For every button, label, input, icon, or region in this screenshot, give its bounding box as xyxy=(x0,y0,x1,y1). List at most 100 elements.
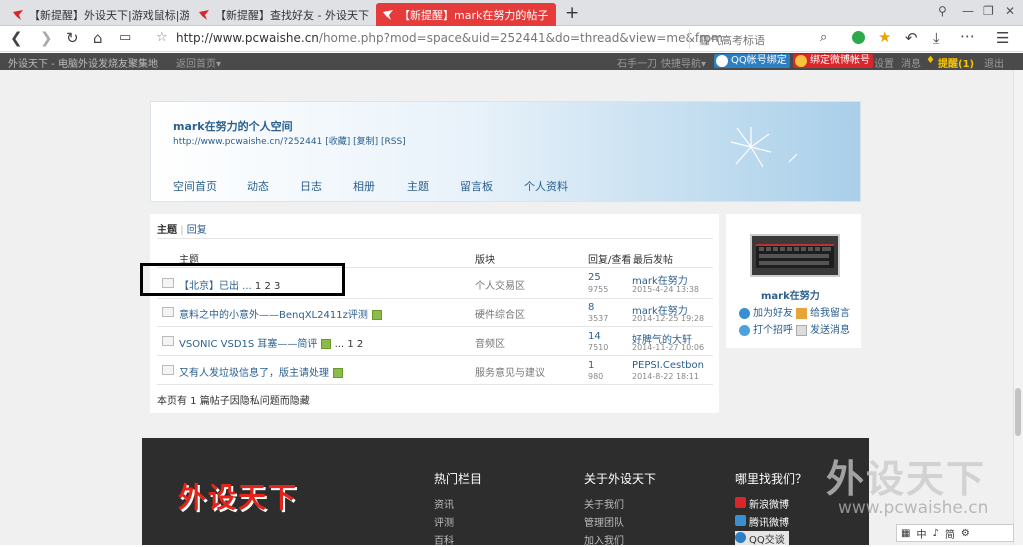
footer-link-sina-weibo[interactable]: 新浪微博 xyxy=(735,496,789,511)
browser-tab-label: 【新提醒】mark在努力的帖子 xyxy=(399,8,549,22)
tab-threads[interactable]: 主题 xyxy=(157,225,177,236)
send-message-label: 发送消息 xyxy=(810,325,850,336)
space-nav-profile[interactable]: 个人资料 xyxy=(524,178,568,194)
space-nav-album[interactable]: 相册 xyxy=(353,178,375,194)
thread-pages[interactable]: ... 1 2 xyxy=(335,339,364,350)
greet-icon xyxy=(739,324,750,336)
thread-forum[interactable]: 音频区 xyxy=(475,335,505,350)
send-message-link[interactable]: 发送消息 xyxy=(796,321,850,336)
footer-link-about[interactable]: 关于我们 xyxy=(584,496,624,511)
favorites-star-icon[interactable]: ★ xyxy=(878,29,891,45)
scrollbar-thumb[interactable] xyxy=(1015,388,1021,436)
restore-icon[interactable]: ❐ xyxy=(983,4,994,18)
extension-chat-icon[interactable] xyxy=(852,31,865,44)
divider xyxy=(157,384,713,385)
thread-forum[interactable]: 服务意见与建议 xyxy=(475,364,545,379)
messages-link[interactable]: 消息 xyxy=(901,55,921,70)
profile-name[interactable]: mark在努力 xyxy=(761,287,820,302)
sina-weibo-icon xyxy=(735,497,746,508)
thread-last-date[interactable]: 2014-12-25 19:28 xyxy=(632,314,704,323)
weibo-bind-button[interactable]: 绑定微博帐号 xyxy=(793,54,873,68)
thread-last-date[interactable]: 2014-11-27 10:06 xyxy=(632,343,704,352)
ime-simplified[interactable]: 简 xyxy=(945,526,955,541)
qq-icon xyxy=(735,532,746,543)
footer-link-tencent-weibo[interactable]: 腾讯微博 xyxy=(735,514,789,529)
close-tab-icon[interactable]: ✕ xyxy=(548,8,556,22)
thread-title[interactable]: 意料之中的小意外——BenqXL2411z评测 xyxy=(179,306,382,321)
thread-title[interactable]: VSONIC VSD1S 耳塞——简评 ... 1 2 xyxy=(179,335,363,350)
space-nav-home[interactable]: 空间首页 xyxy=(173,178,217,194)
keyboard-photo-icon xyxy=(756,244,834,268)
greet-link[interactable]: 打个招呼 xyxy=(739,321,793,336)
thread-replies[interactable]: 1 xyxy=(588,360,594,371)
watermark-url: www.pcwaishe.cn xyxy=(838,498,989,518)
new-tab-plus-icon[interactable]: + xyxy=(565,3,579,23)
menu-icon[interactable]: ☰ xyxy=(996,30,1009,46)
browser-tab-label: 【新提醒】外设天下|游戏鼠标|游 xyxy=(29,8,189,22)
avatar[interactable] xyxy=(750,234,840,277)
undo-icon[interactable]: ↶ xyxy=(905,30,918,46)
thread-replies[interactable]: 14 xyxy=(588,331,601,342)
space-nav-guestbook[interactable]: 留言板 xyxy=(460,178,493,194)
home-icon[interactable]: ⌂ xyxy=(93,30,103,46)
thread-title[interactable]: 又有人发垃圾信息了，版主请处理 xyxy=(179,364,343,379)
reload-icon[interactable]: ↻ xyxy=(66,30,79,46)
thread-forum[interactable]: 个人交易区 xyxy=(475,277,525,292)
footer-logo[interactable]: 外设天下 xyxy=(178,476,298,516)
thread-last-date[interactable]: 2014-8-22 18:11 xyxy=(632,372,699,381)
ime-punct-icon[interactable]: ♪ xyxy=(932,528,938,539)
close-window-icon[interactable]: ✕ xyxy=(1005,4,1015,18)
ime-settings-icon[interactable]: ⚙ xyxy=(961,528,970,539)
space-nav-blog[interactable]: 日志 xyxy=(300,178,322,194)
url-field[interactable]: http://www.pcwaishe.cn/home.php?mod=spac… xyxy=(176,31,723,45)
search-icon[interactable]: ⌕ xyxy=(820,30,827,46)
tencent-weibo-label: 腾讯微博 xyxy=(749,518,789,529)
account-icon[interactable]: ⚲ xyxy=(938,4,947,18)
browser-tab-3[interactable]: 【新提醒】mark在努力的帖子 ✕ xyxy=(376,3,556,26)
page-scrollbar[interactable] xyxy=(1013,70,1023,545)
browser-tab-1[interactable]: 【新提醒】外设天下|游戏鼠标|游 xyxy=(6,3,189,26)
download-icon[interactable]: ⤓ xyxy=(933,30,940,46)
divider xyxy=(157,238,713,239)
more-icon[interactable]: ⋯ xyxy=(960,28,975,44)
reader-icon[interactable]: ▭ xyxy=(119,30,131,46)
settings-link[interactable]: 设置 xyxy=(874,55,894,70)
browser-tab-2[interactable]: 【新提醒】查找好友 - 外设天下 xyxy=(192,3,372,26)
leave-message-label: 给我留言 xyxy=(810,308,850,319)
thread-replies[interactable]: 8 xyxy=(588,302,594,313)
back-icon[interactable]: ❮ xyxy=(10,30,23,46)
footer-link-team[interactable]: 管理团队 xyxy=(584,514,624,529)
quick-nav-link[interactable]: 快捷导航▾ xyxy=(661,55,706,70)
thread-last-user[interactable]: PEPSI.Cestbon xyxy=(632,360,704,371)
watermark-logo: 外设天下 xyxy=(826,456,987,501)
image-attachment-icon xyxy=(333,368,343,378)
username-link[interactable]: 石手一刀 xyxy=(617,55,657,70)
ime-chinese-mode[interactable]: 中 xyxy=(916,526,926,541)
footer-link-news[interactable]: 资讯 xyxy=(434,496,454,511)
add-friend-link[interactable]: 加为好友 xyxy=(739,304,793,319)
thread-title-text: 意料之中的小意外——BenqXL2411z评测 xyxy=(179,310,368,321)
forward-icon[interactable]: ❯ xyxy=(40,30,53,46)
space-nav-feed[interactable]: 动态 xyxy=(247,178,269,194)
url-host: http://www.pcwaishe.cn xyxy=(176,31,319,45)
thread-forum[interactable]: 硬件综合区 xyxy=(475,306,525,321)
bookmark-star-icon[interactable]: ☆ xyxy=(156,30,168,46)
return-home-link[interactable]: 返回首页▾ xyxy=(176,55,221,70)
space-url-line[interactable]: http://www.pcwaishe.cn/?252441 [收藏] [复制]… xyxy=(173,134,406,147)
ime-grid-icon[interactable]: ▦ xyxy=(901,528,910,539)
leave-message-link[interactable]: 给我留言 xyxy=(796,304,850,319)
footer-qq-chat-button[interactable]: QQ交谈 xyxy=(735,531,789,546)
logout-link[interactable]: 退出 xyxy=(984,55,1004,70)
remind-link[interactable]: 提醒(1) xyxy=(938,55,974,70)
thread-replies[interactable]: 25 xyxy=(588,272,601,283)
thread-views: 7510 xyxy=(588,343,609,352)
space-nav-threads[interactable]: 主题 xyxy=(407,178,429,194)
divider xyxy=(157,298,713,299)
thread-last-date[interactable]: 2015-4-24 13:38 xyxy=(632,285,699,294)
qq-bind-button[interactable]: QQ帐号绑定 xyxy=(714,54,790,68)
tab-replies[interactable]: 回复 xyxy=(187,225,207,236)
footer-link-reviews[interactable]: 评测 xyxy=(434,514,454,529)
envelope-icon xyxy=(796,324,807,336)
space-title[interactable]: mark在努力的个人空间 xyxy=(173,118,293,134)
minimize-icon[interactable]: — xyxy=(962,4,974,18)
